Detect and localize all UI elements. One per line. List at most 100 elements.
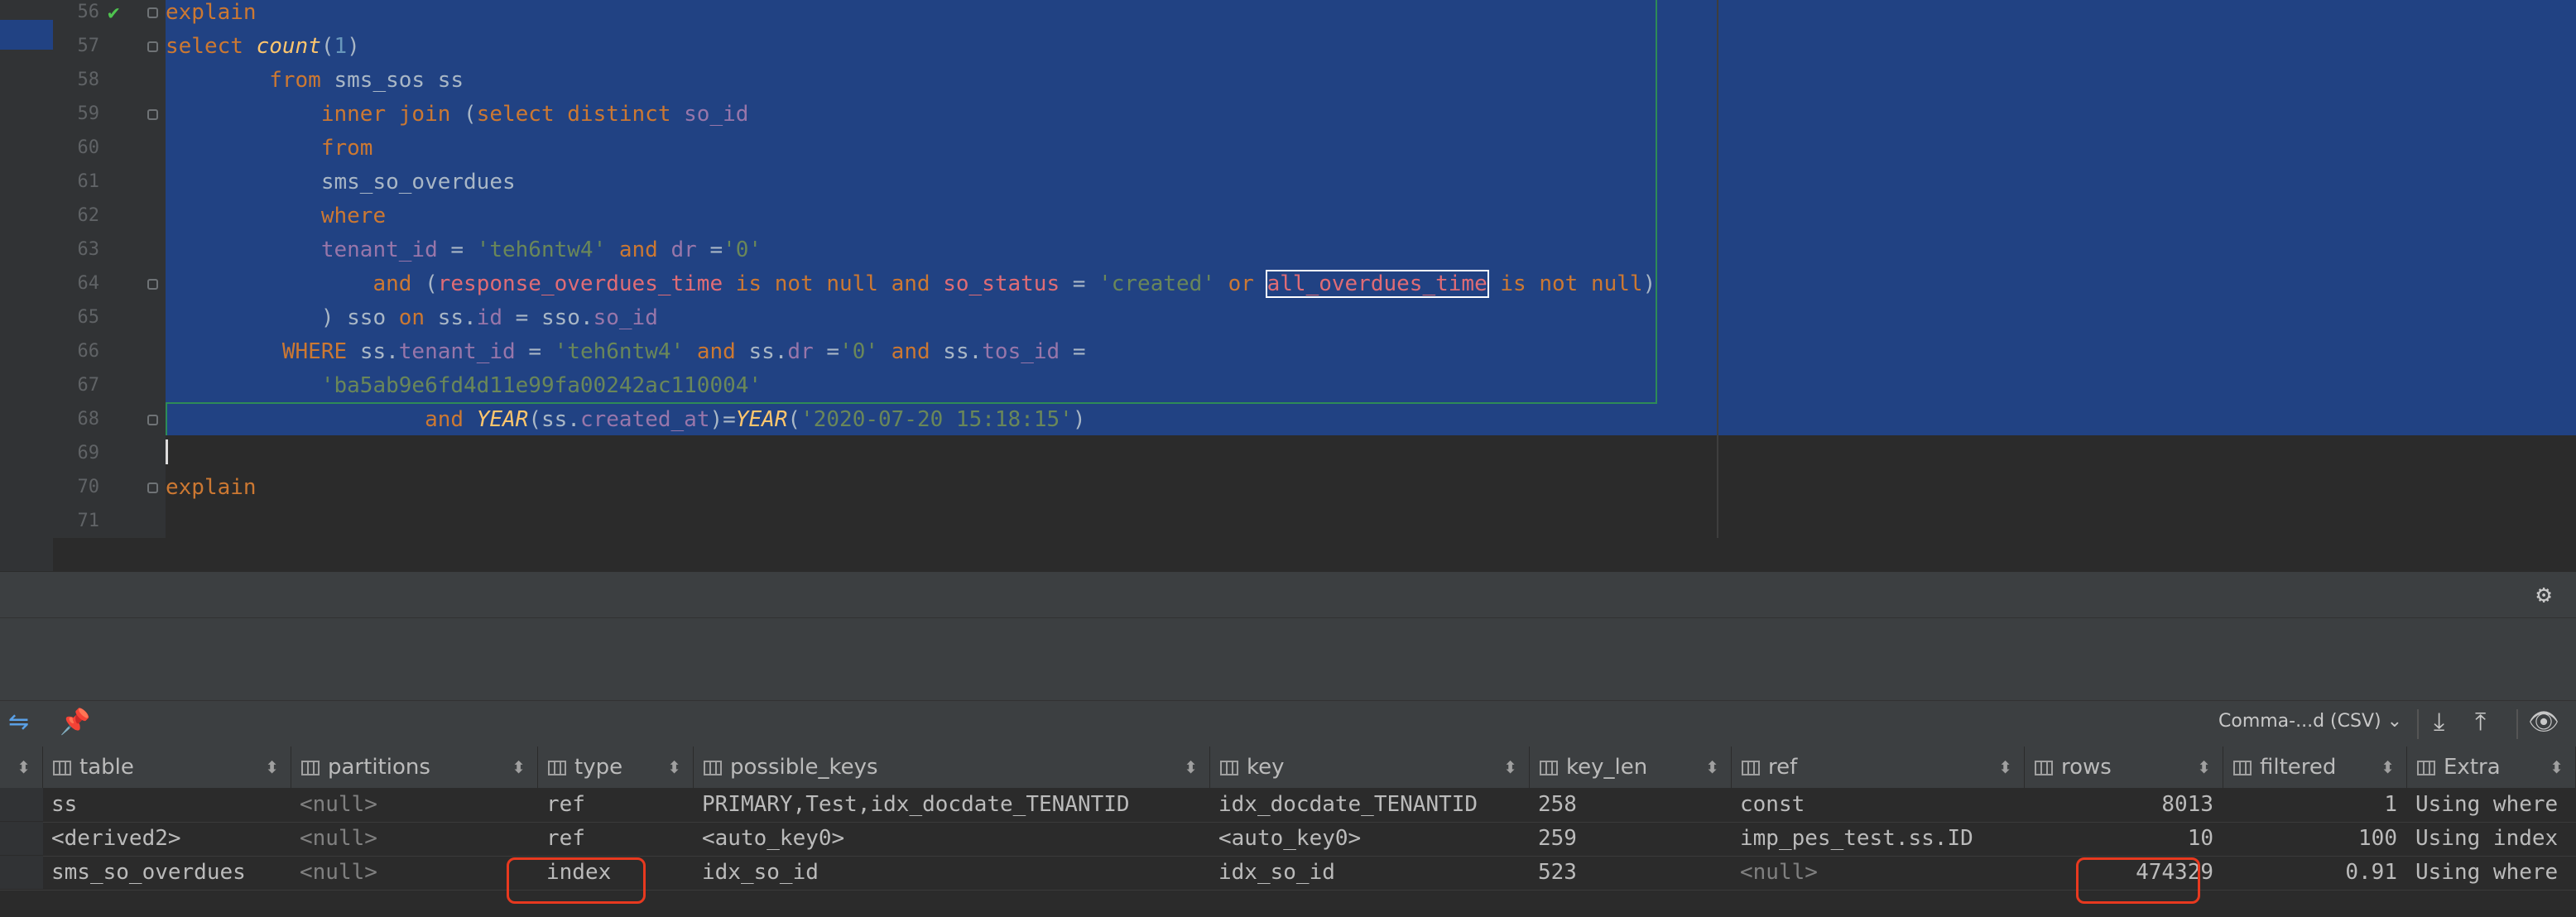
table-cell[interactable]: 100 (2227, 822, 2405, 855)
table-cell[interactable]: <null> (295, 788, 536, 821)
table-cell[interactable]: <auto_key0> (697, 822, 1209, 855)
column-header[interactable]: type ⬍ (538, 747, 694, 788)
code-line[interactable]: WHERE ss.tenant_id = 'teh6ntw4' and ss.d… (166, 335, 2576, 368)
code-token: ss. (943, 339, 983, 364)
code-line[interactable]: 'ba5ab9e6fd4d11e99fa00242ac110004' (166, 369, 2576, 402)
table-cell[interactable]: <null> (1735, 856, 2023, 889)
code-line[interactable]: where (166, 199, 2576, 233)
table-cell[interactable]: <null> (295, 822, 536, 855)
code-line[interactable] (166, 437, 2576, 470)
table-cell[interactable]: <null> (295, 856, 536, 889)
table-cell[interactable]: 0.91 (2227, 856, 2405, 889)
fold-marker-icon[interactable] (147, 279, 158, 290)
code-editor[interactable]: explain select count(1) from sms_sos ss i… (0, 0, 2576, 538)
row-number-header[interactable]: ⬍ (0, 747, 43, 788)
code-token: = (709, 238, 723, 262)
table-cell[interactable]: 259 (1533, 822, 1730, 855)
sort-icon[interactable]: ⬍ (2197, 747, 2211, 788)
sort-icon[interactable]: ⬍ (1998, 747, 2012, 788)
table-cell[interactable]: ref (541, 788, 692, 821)
upload-icon[interactable]: ⤒ (2475, 708, 2486, 737)
column-header-label: ref (1768, 755, 1798, 780)
table-cell[interactable]: Using where (2410, 856, 2574, 889)
table-cell[interactable]: idx_so_id (1214, 856, 1528, 889)
fold-marker-icon[interactable] (147, 7, 158, 18)
table-cell[interactable]: idx_so_id (697, 856, 1209, 889)
sort-icon[interactable]: ⬍ (1705, 747, 1719, 788)
column-header[interactable]: table ⬍ (43, 747, 291, 788)
table-cell[interactable]: 523 (1533, 856, 1730, 889)
code-line[interactable]: explain (166, 0, 2576, 29)
table-cell[interactable]: 8013 (2028, 788, 2222, 821)
table-cell[interactable]: sms_so_overdues (46, 856, 290, 889)
row-gutter[interactable] (0, 856, 43, 889)
table-cell[interactable]: 1 (2227, 788, 2405, 821)
fold-marker-icon[interactable] (147, 483, 158, 493)
column-icon (53, 761, 71, 775)
code-line[interactable]: inner join (select distinct so_id (166, 98, 2576, 131)
table-cell[interactable]: <auto_key0> (1214, 822, 1528, 855)
column-header[interactable]: filtered ⬍ (2223, 747, 2407, 788)
sort-icon[interactable]: ⬍ (667, 747, 681, 788)
code-line[interactable]: tenant_id = 'teh6ntw4' and dr ='0' (166, 233, 2576, 266)
sort-icon[interactable]: ⬍ (2550, 747, 2564, 788)
results-grid[interactable]: ⬍ table ⬍ partitions ⬍ type ⬍ possible_keys ⬍ key… (0, 747, 2576, 917)
download-icon[interactable]: ⤓ (2434, 708, 2444, 737)
code-line[interactable]: from (166, 132, 2576, 165)
code-token: sms_so_overdues (166, 170, 516, 194)
code-line[interactable] (166, 505, 2576, 538)
table-cell[interactable]: const (1735, 788, 2023, 821)
code-token: is not null (735, 271, 892, 296)
fold-marker-icon[interactable] (147, 415, 158, 425)
table-cell[interactable]: Using index (2410, 822, 2574, 855)
code-line[interactable]: explain (166, 471, 2576, 504)
sort-icon[interactable]: ⬍ (512, 747, 526, 788)
export-format-select[interactable]: Comma-...d (CSV) ⌄ (2218, 711, 2402, 732)
column-header[interactable]: ref ⬍ (1732, 747, 2025, 788)
fold-marker-icon[interactable] (147, 109, 158, 120)
table-cell[interactable]: <derived2> (46, 822, 290, 855)
table-cell[interactable]: Using where (2410, 788, 2574, 821)
column-header[interactable]: key ⬍ (1210, 747, 1530, 788)
table-cell[interactable]: ref (541, 822, 692, 855)
table-cell[interactable]: idx_docdate_TENANTID (1214, 788, 1528, 821)
sort-icon[interactable]: ⬍ (1503, 747, 1517, 788)
layout-icon[interactable]: ⇋ (8, 708, 29, 737)
table-cell[interactable]: PRIMARY,Test,idx_docdate_TENANTID (697, 788, 1209, 821)
sort-icon[interactable]: ⬍ (2381, 747, 2395, 788)
code-line[interactable]: sms_so_overdues (166, 166, 2576, 199)
code-line[interactable]: and (response_overdues_time is not null … (166, 267, 2576, 300)
code-line[interactable]: and YEAR(ss.created_at)=YEAR('2020-07-20… (166, 403, 2576, 436)
code-token: and (618, 238, 671, 262)
code-token: inner join (166, 102, 464, 127)
eye-icon[interactable]: 👁 (2528, 708, 2559, 737)
gear-icon[interactable]: ⚙ (2536, 580, 2551, 609)
code-token: 1 (334, 34, 348, 59)
column-header[interactable]: partitions ⬍ (291, 747, 538, 788)
pin-icon[interactable]: 📌 (60, 708, 90, 737)
table-cell[interactable]: 258 (1533, 788, 1730, 821)
column-header[interactable]: rows ⬍ (2025, 747, 2223, 788)
line-number: 59 (77, 103, 100, 124)
code-line[interactable]: select count(1) (166, 30, 2576, 63)
code-token: all_overdues_time (1265, 270, 1489, 298)
tool-strip-marker[interactable] (0, 20, 53, 50)
table-row[interactable]: ss <null> ref PRIMARY,Test,idx_docdate_TENA… (0, 788, 2576, 823)
table-row[interactable]: <derived2> <null> ref <auto_key0> <auto_key0… (0, 822, 2576, 857)
sort-icon[interactable]: ⬍ (17, 747, 31, 788)
column-header[interactable]: possible_keys ⬍ (694, 747, 1210, 788)
row-gutter[interactable] (0, 788, 43, 821)
sort-icon[interactable]: ⬍ (265, 747, 279, 788)
table-cell[interactable]: ss (46, 788, 290, 821)
fold-marker-icon[interactable] (147, 41, 158, 52)
row-gutter[interactable] (0, 822, 43, 855)
checkmark-icon: ✔ (108, 1, 120, 24)
sort-icon[interactable]: ⬍ (1184, 747, 1198, 788)
column-header[interactable]: Extra ⬍ (2407, 747, 2576, 788)
table-cell[interactable]: 10 (2028, 822, 2222, 855)
code-line[interactable]: from sms_sos ss (166, 64, 2576, 97)
column-header[interactable]: key_len ⬍ (1530, 747, 1732, 788)
code-line[interactable]: ) sso on ss.id = sso.so_id (166, 301, 2576, 334)
column-icon (548, 761, 566, 775)
table-cell[interactable]: imp_pes_test.ss.ID (1735, 822, 2023, 855)
